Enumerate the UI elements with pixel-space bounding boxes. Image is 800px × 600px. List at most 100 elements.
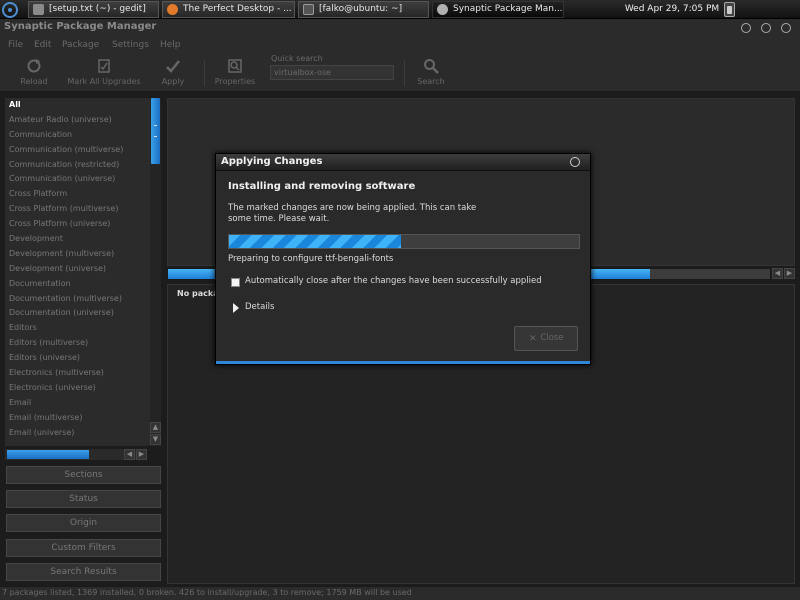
toolbar: Reload Mark All Upgrades Apply Propertie…	[0, 54, 800, 92]
menu-bar: File Edit Package Settings Help	[0, 37, 800, 54]
checkmark-icon	[166, 60, 180, 73]
scroll-right-arrow-icon[interactable]: ▶	[136, 449, 147, 460]
minimize-icon[interactable]	[741, 23, 751, 33]
window-title: Synaptic Package Manager	[4, 21, 157, 32]
close-button[interactable]: ✕ Close	[514, 326, 578, 351]
filter-sections-button[interactable]: Sections	[6, 466, 161, 484]
section-item[interactable]: Email (universe)	[5, 426, 150, 441]
menu-help[interactable]: Help	[160, 40, 181, 50]
dialog-heading: Installing and removing software	[228, 181, 416, 192]
details-expander[interactable]: Details	[245, 302, 274, 312]
scroll-left-arrow-icon[interactable]: ◀	[124, 449, 135, 460]
dialog-accent-bar	[216, 361, 590, 364]
section-item[interactable]: Cross Platform (universe)	[5, 217, 150, 232]
properties-label: Properties	[214, 77, 256, 86]
reload-label: Reload	[20, 77, 48, 86]
scroll-down-arrow-icon[interactable]: ▼	[150, 434, 161, 445]
text-editor-icon	[33, 4, 44, 15]
filter-custom-filters-button[interactable]: Custom Filters	[6, 539, 161, 557]
scrollbar-thumb[interactable]	[151, 98, 160, 164]
filter-status-button[interactable]: Status	[6, 490, 161, 508]
close-icon[interactable]	[781, 23, 791, 33]
sections-horizontal-scrollbar[interactable]: ◀ ▶	[5, 449, 147, 460]
taskbar-label: Synaptic Package Man...	[453, 4, 563, 14]
section-item[interactable]: Communication (multiverse)	[5, 143, 150, 158]
reload-button[interactable]: Reload	[17, 58, 51, 86]
sections-vertical-scrollbar[interactable]: ▲ ▼	[150, 98, 161, 446]
taskbar-item-terminal[interactable]: [falko@ubuntu: ~]	[298, 1, 429, 18]
ubuntu-logo-icon[interactable]	[2, 2, 18, 18]
taskbar-item-browser[interactable]: The Perfect Desktop - ...	[162, 1, 295, 18]
section-item[interactable]: Amateur Radio (universe)	[5, 113, 150, 128]
menu-package[interactable]: Package	[62, 40, 99, 50]
section-item[interactable]: Communication (restricted)	[5, 158, 150, 173]
search-icon	[424, 59, 439, 74]
battery-icon[interactable]	[724, 2, 735, 17]
section-item[interactable]: Documentation (universe)	[5, 306, 150, 321]
close-icon[interactable]	[570, 157, 580, 167]
toolbar-separator	[404, 60, 405, 86]
search-button[interactable]: Search	[414, 58, 448, 86]
section-item[interactable]: Development	[5, 232, 150, 247]
taskbar-label: [falko@ubuntu: ~]	[319, 4, 403, 14]
status-bar: 7 packages listed, 1369 installed, 0 bro…	[0, 586, 800, 600]
synaptic-icon	[437, 4, 448, 15]
panel-clock[interactable]: Wed Apr 29, 7:05 PM	[622, 0, 722, 19]
section-item[interactable]: Electronics (multiverse)	[5, 366, 150, 381]
section-item[interactable]: Email	[5, 396, 150, 411]
dialog-title: Applying Changes	[221, 156, 323, 167]
section-item[interactable]: Editors (universe)	[5, 351, 150, 366]
window-titlebar: Synaptic Package Manager	[0, 19, 800, 37]
taskbar-item-gedit[interactable]: [setup.txt (~) - gedit]	[28, 1, 159, 18]
close-x-icon: ✕	[529, 334, 537, 344]
install-progress-bar	[228, 234, 580, 249]
taskbar-label: The Perfect Desktop - ...	[183, 4, 292, 14]
properties-button[interactable]: Properties	[212, 58, 258, 86]
menu-settings[interactable]: Settings	[112, 40, 149, 50]
quick-search-input[interactable]	[270, 65, 394, 80]
section-item[interactable]: Editors	[5, 321, 150, 336]
menu-edit[interactable]: Edit	[34, 40, 51, 50]
section-item[interactable]: Communication (universe)	[5, 172, 150, 187]
section-item[interactable]: Development (multiverse)	[5, 247, 150, 262]
section-item[interactable]: All	[5, 98, 150, 113]
sections-list[interactable]: All Amateur Radio (universe) Communication…	[5, 98, 150, 446]
progress-fill	[229, 235, 401, 248]
scroll-left-arrow-icon[interactable]: ◀	[772, 268, 783, 279]
filter-search-results-button[interactable]: Search Results	[6, 563, 161, 581]
section-item[interactable]: Communication	[5, 128, 150, 143]
menu-file[interactable]: File	[8, 40, 23, 50]
dialog-description: The marked changes are now being applied…	[228, 203, 477, 224]
apply-button[interactable]: Apply	[158, 58, 188, 86]
applying-changes-dialog: Applying Changes Installing and removing…	[215, 153, 591, 365]
section-item[interactable]: Editors (multiverse)	[5, 336, 150, 351]
search-label: Search	[417, 77, 445, 86]
firefox-icon	[167, 4, 178, 15]
expand-arrow-icon[interactable]	[233, 303, 239, 313]
status-text: 7 packages listed, 1369 installed, 0 bro…	[2, 588, 412, 597]
scrollbar-thumb[interactable]	[7, 450, 89, 459]
taskbar-item-synaptic[interactable]: Synaptic Package Man...	[432, 1, 564, 18]
mark-all-upgrades-button[interactable]: Mark All Upgrades	[64, 58, 144, 86]
section-item[interactable]: Documentation (multiverse)	[5, 292, 150, 307]
auto-close-checkbox[interactable]	[231, 278, 240, 287]
maximize-icon[interactable]	[761, 23, 771, 33]
progress-status-text: Preparing to configure ttf-bengali-fonts	[228, 254, 394, 264]
terminal-icon	[303, 4, 314, 15]
auto-close-label[interactable]: Automatically close after the changes ha…	[245, 276, 542, 286]
section-item[interactable]: Electronics (universe)	[5, 381, 150, 396]
mark-all-label: Mark All Upgrades	[67, 77, 141, 86]
section-item[interactable]: Documentation	[5, 277, 150, 292]
apply-label: Apply	[161, 77, 185, 86]
section-item[interactable]: Cross Platform (multiverse)	[5, 202, 150, 217]
properties-icon	[228, 59, 242, 73]
taskbar-label: [setup.txt (~) - gedit]	[49, 4, 146, 14]
filter-origin-button[interactable]: Origin	[6, 514, 161, 532]
scroll-up-arrow-icon[interactable]: ▲	[150, 422, 161, 433]
dialog-titlebar: Applying Changes	[216, 154, 590, 171]
reload-icon	[27, 59, 41, 73]
section-item[interactable]: Cross Platform	[5, 187, 150, 202]
section-item[interactable]: Email (multiverse)	[5, 411, 150, 426]
scroll-right-arrow-icon[interactable]: ▶	[784, 268, 795, 279]
section-item[interactable]: Development (universe)	[5, 262, 150, 277]
